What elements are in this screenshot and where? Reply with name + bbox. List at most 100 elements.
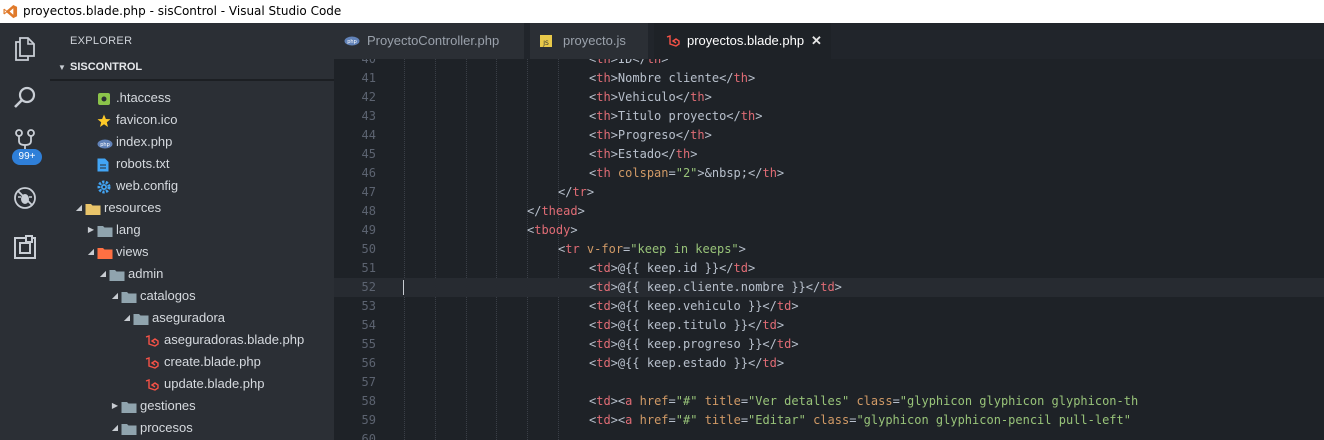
vscode-logo-icon (3, 4, 18, 19)
tree-item[interactable]: ▶ gestiones (50, 395, 334, 417)
extensions-icon[interactable] (0, 228, 50, 268)
code-line[interactable]: 41 <th>Nombre cliente</th> (334, 69, 1324, 88)
tree-item-label: gestiones (140, 398, 196, 413)
laravel-icon (145, 377, 161, 391)
tree-item[interactable]: robots.txt (50, 153, 334, 175)
tree-item[interactable]: ◢ procesos (50, 417, 334, 439)
tab-label: proyecto.js (563, 33, 626, 48)
tree-item[interactable]: ◢ views (50, 241, 334, 263)
tree-item-label: views (116, 244, 149, 259)
source-control-badge: 99+ (12, 149, 42, 165)
code-line[interactable]: 42 <th>Vehiculo</th> (334, 88, 1324, 107)
tree-item[interactable]: ◢ aseguradora (50, 307, 334, 329)
laravel-icon (666, 35, 680, 47)
svg-text:php: php (100, 142, 110, 148)
folder-icon (85, 201, 101, 215)
tree-item-label: create.blade.php (164, 354, 261, 369)
chevron-down-icon: ▼ (58, 63, 66, 72)
svg-text:php: php (347, 39, 357, 45)
chevron-down-icon[interactable]: ◢ (74, 197, 84, 219)
settings-file-icon (97, 91, 113, 105)
line-number: 56 (361, 356, 376, 370)
line-number: 49 (361, 223, 376, 237)
code-line[interactable]: 46 <th colspan="2">&nbsp;</th> (334, 164, 1324, 183)
editor-tabs: php ProyectoController.php JS proyecto.j… (334, 23, 1324, 59)
code-line[interactable]: 47 </tr> (334, 183, 1324, 202)
chevron-down-icon[interactable]: ◢ (110, 417, 120, 439)
line-number: 55 (361, 337, 376, 351)
code-editor[interactable]: 40 <th>ID</th> 41 <th>Nombre cliente</th> 42… (334, 59, 1324, 440)
tab-proyectocontroller[interactable]: php ProyectoController.php (334, 23, 524, 59)
tree-item-label: aseguradoras.blade.php (164, 332, 305, 347)
code-text: <td>@{{ keep.cliente.nombre }}</td> (589, 280, 842, 294)
chevron-right-icon[interactable]: ▶ (86, 219, 96, 241)
tree-item-label: favicon.ico (116, 112, 178, 127)
tree-item[interactable]: update.blade.php (50, 373, 334, 395)
files-icon[interactable] (0, 28, 50, 68)
code-line[interactable]: 40 <th>ID</th> (334, 59, 1324, 69)
tree-item[interactable]: web.config (50, 175, 334, 197)
code-line[interactable]: 51 <td>@{{ keep.id }}</td> (334, 259, 1324, 278)
close-icon[interactable]: ✕ (811, 23, 822, 59)
tree-item[interactable]: php index.php (50, 131, 334, 153)
code-line[interactable]: 54 <td>@{{ keep.titulo }}</td> (334, 316, 1324, 335)
tree-item[interactable]: favicon.ico (50, 109, 334, 131)
activity-bar: 99+ (0, 23, 50, 440)
chevron-down-icon[interactable]: ◢ (122, 307, 132, 329)
workspace-section[interactable]: ▼ SISCONTROL (58, 61, 142, 73)
code-text: <th>Vehiculo</th> (589, 90, 712, 104)
chevron-down-icon[interactable]: ◢ (110, 285, 120, 307)
code-text: <td>@{{ keep.vehiculo }}</td> (589, 299, 799, 313)
tab-label: ProyectoController.php (367, 33, 500, 48)
code-line[interactable]: 58 <td><a href="#" title="Ver detalles" c… (334, 392, 1324, 411)
code-line[interactable]: 44 <th>Progreso</th> (334, 126, 1324, 145)
tab-proyectos-blade[interactable]: proyectos.blade.php ✕ (654, 23, 831, 59)
code-line[interactable]: 45 <th>Estado</th> (334, 145, 1324, 164)
line-number: 54 (361, 318, 376, 332)
debug-icon[interactable] (0, 178, 50, 218)
code-line[interactable]: 56 <td>@{{ keep.estado }}</td> (334, 354, 1324, 373)
chevron-down-icon[interactable]: ◢ (86, 241, 96, 263)
code-line[interactable]: 60 (334, 430, 1324, 440)
line-number: 46 (361, 166, 376, 180)
code-line[interactable]: 48 </thead> (334, 202, 1324, 221)
chevron-down-icon[interactable]: ◢ (98, 263, 108, 285)
line-number: 47 (361, 185, 376, 199)
code-line[interactable]: 50 <tr v-for="keep in keeps"> (334, 240, 1324, 259)
section-divider (50, 79, 334, 81)
line-number: 53 (361, 299, 376, 313)
code-line[interactable]: 55 <td>@{{ keep.progreso }}</td> (334, 335, 1324, 354)
tree-item[interactable]: .htaccess (50, 87, 334, 109)
tree-item-label: aseguradora (152, 310, 225, 325)
code-line[interactable]: 52 <td>@{{ keep.cliente.nombre }}</td> (334, 278, 1324, 297)
tree-item-label: web.config (116, 178, 179, 193)
tree-item-label: update.blade.php (164, 376, 265, 391)
tree-item-label: catalogos (140, 288, 196, 303)
line-number: 42 (361, 90, 376, 104)
tree-item[interactable]: ◢ resources (50, 197, 334, 219)
tree-item[interactable]: ◢ admin (50, 263, 334, 285)
code-text: <td>@{{ keep.titulo }}</td> (589, 318, 785, 332)
code-line[interactable]: 57 (334, 373, 1324, 392)
code-text: </thead> (527, 204, 585, 218)
search-icon[interactable] (0, 78, 50, 118)
folder-icon (121, 421, 137, 435)
tree-item[interactable]: aseguradoras.blade.php (50, 329, 334, 351)
chevron-right-icon[interactable]: ▶ (110, 395, 120, 417)
code-text: <td>@{{ keep.estado }}</td> (589, 356, 785, 370)
code-line[interactable]: 49 <tbody> (334, 221, 1324, 240)
tab-proyecto-js[interactable]: JS proyecto.js (530, 23, 648, 59)
php-icon: php (97, 135, 113, 149)
tree-item[interactable]: ▶ lang (50, 219, 334, 241)
explorer-sidebar: EXPLORER ▼ SISCONTROL .htaccess favicon.ic… (50, 23, 334, 440)
code-line[interactable]: 53 <td>@{{ keep.vehiculo }}</td> (334, 297, 1324, 316)
tree-item[interactable]: create.blade.php (50, 351, 334, 373)
code-line[interactable]: 59 <td><a href="#" title="Editar" class="… (334, 411, 1324, 430)
folder-icon (109, 267, 125, 281)
code-line[interactable]: 43 <th>Titulo proyecto</th> (334, 107, 1324, 126)
line-number: 58 (361, 394, 376, 408)
code-text: <th colspan="2">&nbsp;</th> (589, 166, 785, 180)
tree-item[interactable]: ◢ catalogos (50, 285, 334, 307)
line-number: 45 (361, 147, 376, 161)
folder-icon (121, 289, 137, 303)
